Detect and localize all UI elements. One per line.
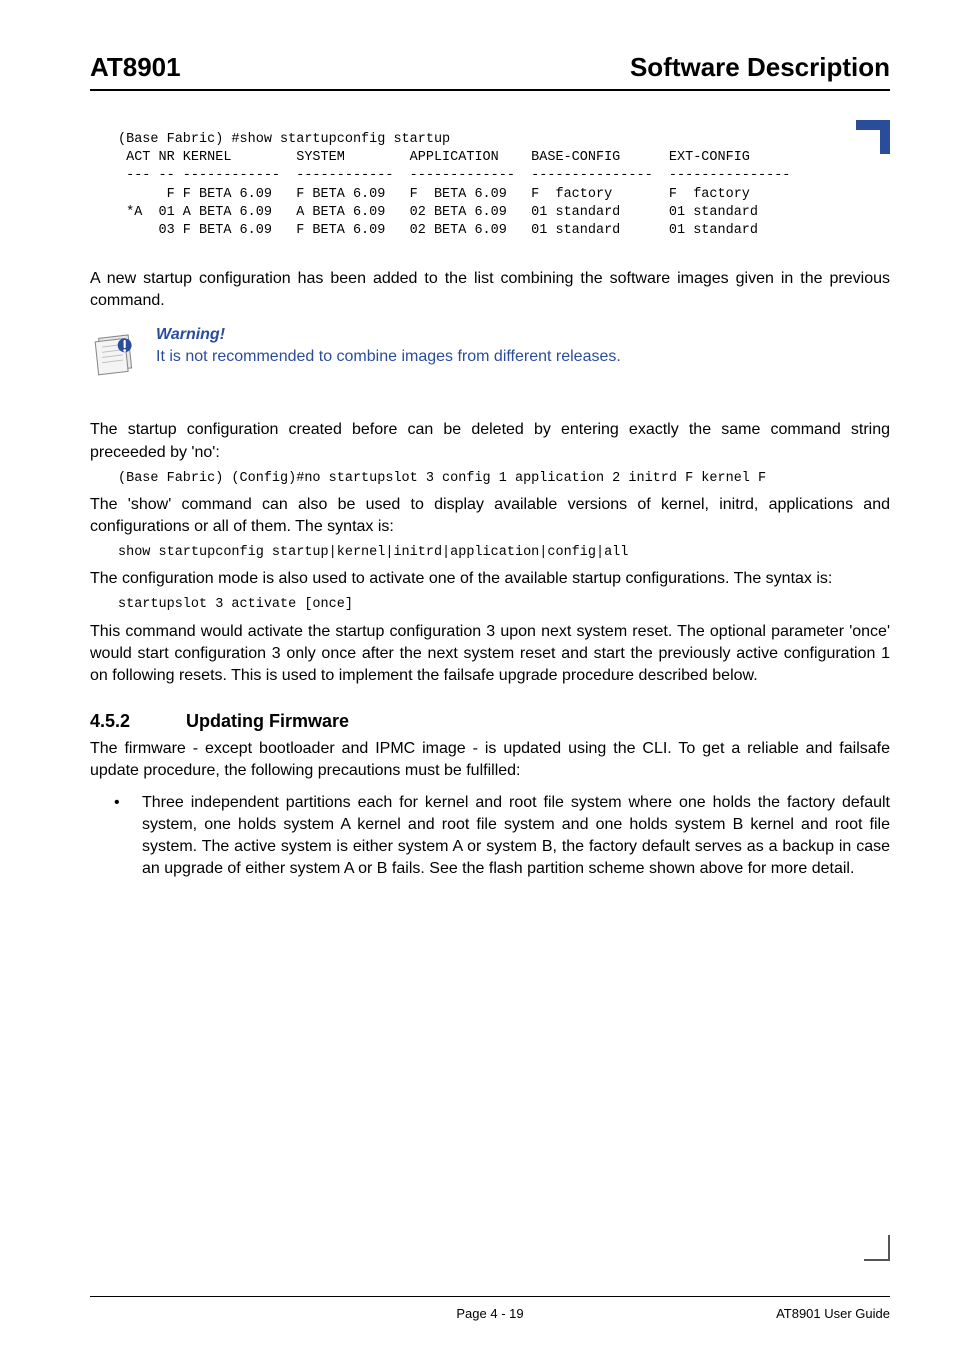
page-header: AT8901 Software Description [90,52,890,91]
page: AT8901 Software Description (Base Fabric… [0,0,954,1351]
paragraph: The startup configuration created before… [90,419,890,463]
section-number: 4.5.2 [90,711,186,732]
cli-command-line: show startupconfig startup|kernel|initrd… [118,544,890,562]
bullet-item: • Three independent partitions each for … [90,792,890,880]
header-chapter: Software Description [630,52,890,83]
section-heading: 4.5.2 Updating Firmware [90,711,890,732]
bullet-marker: • [90,792,142,880]
paragraph: A new startup configuration has been add… [90,268,890,312]
warning-text: It is not recommended to combine images … [156,348,621,366]
warning-callout: Warning! It is not recommended to combin… [90,326,890,385]
paragraph: This command would activate the startup … [90,621,890,687]
paragraph: The firmware - except bootloader and IPM… [90,738,890,782]
warning-title: Warning! [156,326,621,344]
footer-page-number: Page 4 - 19 [90,1306,890,1321]
bullet-text: Three independent partitions each for ke… [142,792,890,880]
page-footer: Page 4 - 19 AT8901 User Guide [90,1306,890,1321]
cli-output-block: (Base Fabric) #show startupconfig startu… [118,131,890,240]
section-title: Updating Firmware [186,711,349,732]
warning-body: Warning! It is not recommended to combin… [156,326,621,366]
cli-command-line: startupslot 3 activate [once] [118,596,890,614]
paragraph: The configuration mode is also used to a… [90,568,890,590]
paragraph: The 'show' command can also be used to d… [90,494,890,538]
warning-icon [90,328,142,385]
cli-command-line: (Base Fabric) (Config)#no startupslot 3 … [118,470,890,488]
footer-rule [90,1296,890,1297]
corner-mark-top-right [856,120,890,154]
header-product: AT8901 [90,52,181,83]
corner-mark-bottom-right [864,1235,890,1261]
